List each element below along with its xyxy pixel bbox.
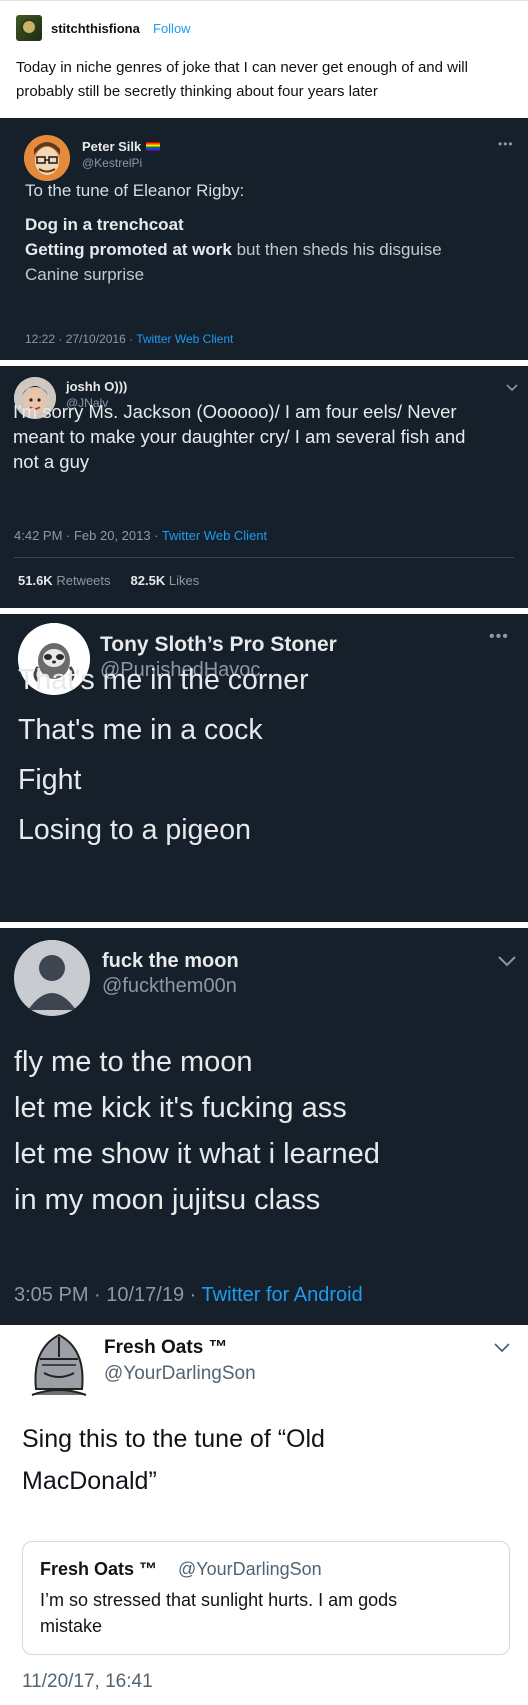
tweet-timestamp: 11/20/17, 16:41 (22, 1671, 153, 1692)
more-icon[interactable]: ••• (489, 628, 509, 646)
chevron-down-icon[interactable] (498, 956, 516, 967)
tweet-line: fly me to the moon (14, 1046, 253, 1078)
display-name[interactable]: Tony Sloth’s Pro Stoner (100, 633, 337, 657)
post-caption: Today in niche genres of joke that I can… (16, 59, 468, 100)
tweet-line: I'm sorry Ms. Jackson (Oooooo)/ I am fou… (13, 401, 457, 422)
chevron-down-icon[interactable] (494, 1343, 510, 1353)
tweet-line-rest: but then sheds his disguise (231, 240, 442, 259)
tweet-line: meant to make your daughter cry/ I am se… (13, 426, 466, 447)
avatar[interactable] (14, 940, 90, 1016)
tweet-line: MacDonald” (22, 1467, 157, 1495)
tweet-line: not a guy (13, 451, 90, 472)
avatar[interactable] (24, 135, 70, 181)
timestamp-text: 4:42 PM · Feb 20, 2013 · (14, 528, 162, 543)
tweet-line: That's me in a cock (18, 714, 263, 746)
blog-avatar[interactable] (16, 15, 42, 41)
user-handle[interactable]: @YourDarlingSon (104, 1363, 256, 1385)
display-name[interactable]: joshh O))) (66, 379, 127, 394)
tweet-line: let me kick it's fucking ass (14, 1092, 347, 1124)
tweet-line-bold: Getting promoted at work (25, 240, 232, 259)
tweet-timestamp: 12:22 · 27/10/2016 · Twitter Web Client (25, 332, 233, 346)
avatar[interactable] (26, 1329, 92, 1399)
user-handle[interactable]: @KestrelPi (82, 156, 142, 170)
tweet-card-3: Tony Sloth’s Pro Stoner @PunishedHavoc •… (0, 614, 528, 922)
tweet-line: Losing to a pigeon (18, 814, 251, 846)
divider (14, 557, 514, 558)
tweet-timestamp: 3:05 PM · 10/17/19 · Twitter for Android (14, 1284, 363, 1307)
retweets-label[interactable]: Retweets (56, 573, 110, 588)
tweet-line: To the tune of Eleanor Rigby: (25, 181, 245, 200)
likes-label[interactable]: Likes (169, 573, 199, 588)
client-link[interactable]: Twitter for Android (202, 1284, 363, 1306)
tweet-line: in my moon jujitsu class (14, 1184, 321, 1216)
tweet-stats: 51.6K Retweets 82.5K Likes (18, 573, 199, 588)
display-name[interactable]: fuck the moon (102, 950, 239, 973)
tweet-line: Fight (18, 764, 82, 796)
retweets-count[interactable]: 51.6K (18, 573, 53, 588)
more-icon[interactable]: ••• (498, 137, 514, 151)
chevron-down-icon[interactable] (506, 384, 518, 392)
rainbow-flag-icon (146, 142, 160, 151)
follow-button[interactable]: Follow (153, 21, 191, 36)
tweet-card-1: Peter Silk @KestrelPi ••• To the tune of… (0, 118, 528, 360)
quoted-display-name[interactable]: Fresh Oats ™ (40, 1559, 157, 1580)
likes-count[interactable]: 82.5K (131, 573, 166, 588)
tweet-timestamp: 4:42 PM · Feb 20, 2013 · Twitter Web Cli… (14, 528, 267, 543)
user-handle[interactable]: @fuckthem00n (102, 975, 237, 998)
quoted-user-handle[interactable]: @YourDarlingSon (178, 1559, 322, 1580)
quoted-tweet-line: mistake (40, 1616, 103, 1636)
blog-username[interactable]: stitchthisfiona (51, 21, 140, 36)
avatar-illustration (24, 135, 70, 181)
knight-helmet-icon (31, 1333, 87, 1396)
tweet-line: Canine surprise (25, 265, 145, 284)
tweet-card-4: fuck the moon @fuckthem00n fly me to the… (0, 928, 528, 1325)
tweet-line: Getting promoted at work but then sheds … (25, 240, 442, 260)
display-name[interactable]: Peter Silk (82, 139, 141, 154)
post-header: stitchthisfiona Follow Today in niche ge… (0, 0, 528, 118)
tweet-line: Dog in a trenchcoat (25, 215, 184, 234)
tweet-line: Sing this to the tune of “Old (22, 1425, 325, 1453)
tweet-line: let me show it what i learned (14, 1138, 380, 1170)
quoted-tweet[interactable]: Fresh Oats ™ @YourDarlingSon I’m so stre… (22, 1541, 510, 1655)
client-link[interactable]: Twitter Web Client (136, 332, 233, 346)
quoted-tweet-line: I’m so stressed that sunlight hurts. I a… (40, 1590, 398, 1610)
display-name[interactable]: Fresh Oats ™ (104, 1337, 228, 1359)
tweet-card-2: joshh O))) @JNalv I'm sorry Ms. Jackson … (0, 366, 528, 608)
moon-avatar-icon (14, 940, 90, 1016)
timestamp-text: 3:05 PM · 10/17/19 · (14, 1284, 202, 1306)
timestamp-text: 12:22 · 27/10/2016 · (25, 332, 137, 346)
tweet-card-5: Fresh Oats ™ @YourDarlingSon Sing this t… (0, 1325, 528, 1705)
tweet-line: That's me in the corner (18, 664, 309, 696)
client-link[interactable]: Twitter Web Client (162, 528, 267, 543)
